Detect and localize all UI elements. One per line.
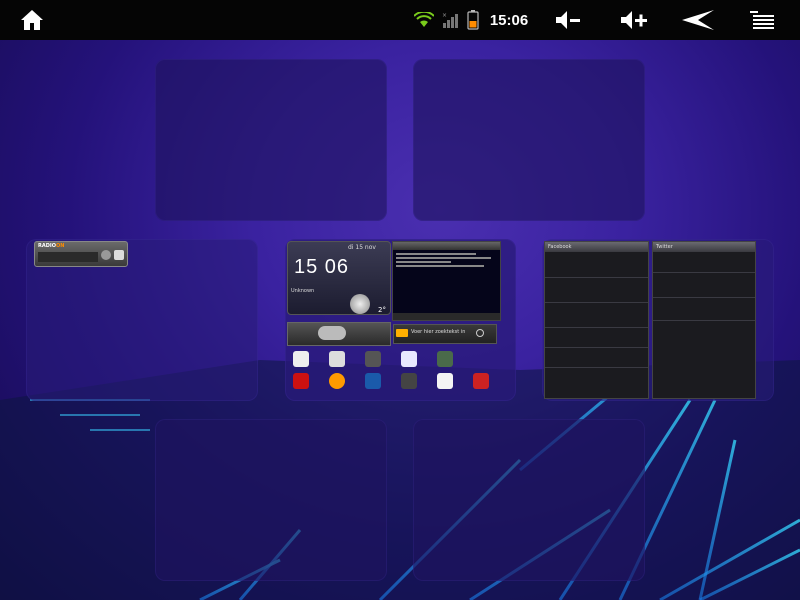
menu-icon (750, 11, 774, 29)
search-icon (476, 329, 484, 337)
widget-temperature: 2° (378, 306, 386, 314)
radio-widget-brand: RADIO (38, 243, 56, 249)
app-icon-3[interactable] (365, 351, 381, 367)
wifi-indicator (412, 0, 436, 40)
facebook-widget[interactable]: Facebook (544, 241, 649, 399)
app-icon-11[interactable] (473, 373, 489, 389)
radio-play-icon[interactable] (101, 250, 111, 260)
signal-icon: × (442, 12, 458, 28)
app-icon-8[interactable] (365, 373, 381, 389)
twitter-header-label: Twitter (656, 244, 673, 250)
twitter-widget-header: Twitter (653, 242, 755, 252)
volume-down-icon (556, 11, 580, 29)
home-button[interactable] (12, 0, 52, 40)
status-bar: × 15:06 (0, 0, 800, 40)
home-screen-right[interactable]: Facebook Twitter (542, 239, 774, 401)
app-icon-7[interactable] (329, 373, 345, 389)
search-logo-icon (396, 329, 408, 337)
home-screen-bottom-left[interactable] (155, 419, 387, 581)
app-icon-9[interactable] (401, 373, 417, 389)
twitter-widget[interactable]: Twitter (652, 241, 756, 399)
volume-up-icon (621, 11, 647, 29)
home-screen-left[interactable]: RADIOON (26, 239, 258, 401)
widget-clock-time: 15 06 (294, 256, 350, 278)
radio-settings-icon[interactable] (114, 250, 124, 260)
battery-icon (467, 10, 479, 30)
wifi-icon (414, 12, 434, 27)
cloud-icon (318, 326, 346, 340)
search-widget[interactable]: Voer hier zoektekst in (393, 324, 497, 344)
app-icon-1[interactable] (293, 351, 309, 367)
facebook-header-label: Facebook (548, 244, 572, 250)
widget-date: di 15 nov (348, 244, 376, 251)
app-icon-10[interactable] (437, 373, 453, 389)
weather-moon-icon (350, 294, 370, 314)
status-clock: 15:06 (489, 11, 529, 29)
news-widget-footer (393, 313, 500, 320)
news-widget-header (393, 242, 500, 250)
signal-indicator: × (438, 0, 462, 40)
weather-forecast-strip[interactable] (287, 322, 391, 346)
home-icon (21, 10, 43, 30)
home-screen-center[interactable]: 15 06 di 15 nov Unknown 2° Voer hier zoe… (285, 239, 516, 401)
clock-weather-widget[interactable]: 15 06 di 15 nov Unknown 2° (287, 241, 391, 315)
widget-location: Unknown (291, 288, 315, 294)
home-screen-top-left[interactable] (155, 59, 387, 221)
home-screen-top-right[interactable] (413, 59, 645, 221)
facebook-widget-header: Facebook (545, 242, 648, 252)
home-screen-bottom-right[interactable] (413, 419, 645, 581)
back-button[interactable] (678, 0, 718, 40)
volume-down-button[interactable] (550, 0, 586, 40)
app-icon-4[interactable] (401, 351, 417, 367)
menu-button[interactable] (746, 0, 778, 40)
news-widget[interactable] (392, 241, 501, 321)
volume-up-button[interactable] (616, 0, 652, 40)
search-placeholder: Voer hier zoektekst in (411, 329, 466, 335)
radio-widget-brand-accent: ON (55, 243, 65, 249)
back-icon (682, 10, 714, 30)
battery-indicator (464, 0, 482, 40)
radio-widget[interactable]: RADIOON (34, 241, 128, 267)
app-icon-6[interactable] (293, 373, 309, 389)
radio-widget-display (38, 252, 98, 262)
app-icon-5[interactable] (437, 351, 453, 367)
app-icon-2[interactable] (329, 351, 345, 367)
svg-text:×: × (442, 12, 447, 19)
